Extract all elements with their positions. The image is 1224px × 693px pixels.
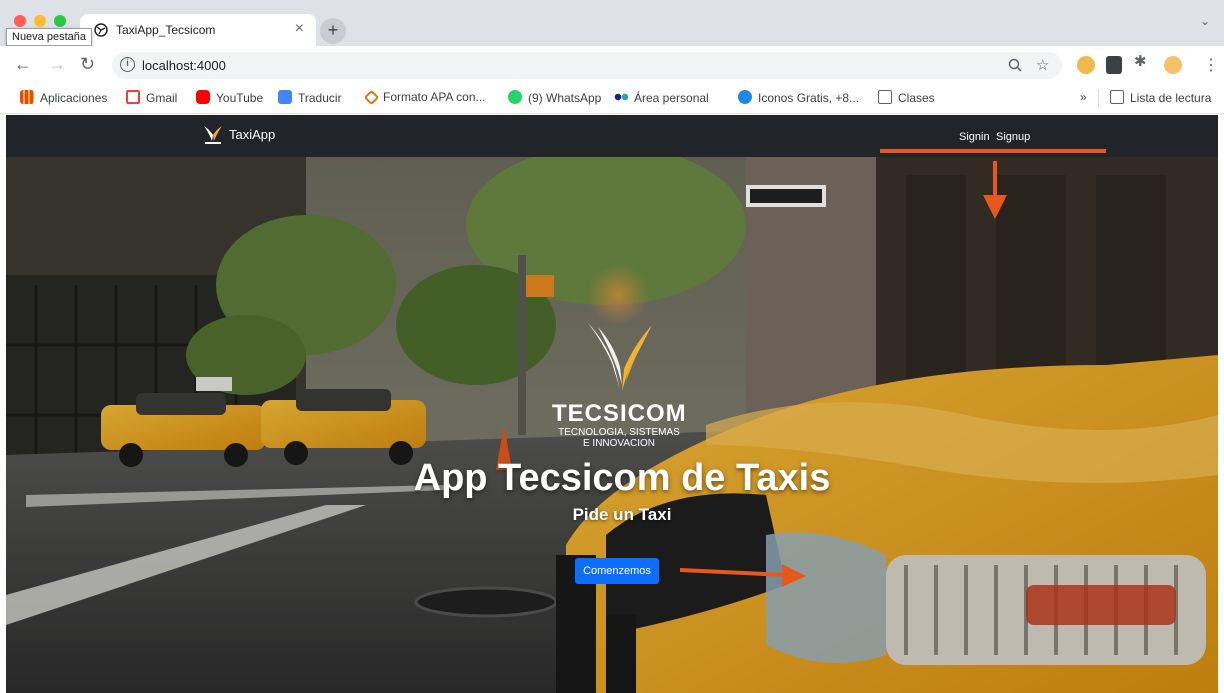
- star-bookmark-icon[interactable]: ☆: [1036, 56, 1049, 74]
- bookmark-youtube[interactable]: YouTube: [196, 90, 263, 105]
- zoom-icon[interactable]: [1008, 58, 1022, 72]
- bookmarks-bar: Aplicaciones Gmail YouTube Traducir Form…: [0, 86, 1224, 114]
- web-page: TECSICOM TECNOLOGIA, SISTEMAS E INNOVACI…: [6, 115, 1218, 693]
- bookmark-whatsapp[interactable]: (9) WhatsApp: [508, 90, 601, 105]
- bookmark-area-personal[interactable]: Área personal: [614, 90, 709, 105]
- url-text[interactable]: localhost:4000: [142, 58, 226, 73]
- browser-tabstrip: TaxiApp_Tecsicom × + Nueva pestaña ⌄: [0, 0, 1224, 46]
- info-icon[interactable]: i: [120, 57, 135, 72]
- tab-title: TaxiApp_Tecsicom: [116, 23, 216, 37]
- bookmark-formato-apa[interactable]: Formato APA con...: [363, 89, 486, 106]
- bookmark-aplicaciones[interactable]: Aplicaciones: [20, 90, 107, 105]
- window-maximize-button[interactable]: [54, 15, 66, 27]
- annotation-arrow-right-icon: [782, 564, 806, 587]
- reload-icon[interactable]: ↻: [80, 54, 95, 75]
- tab-close-button[interactable]: ×: [295, 20, 304, 38]
- youtube-icon: [196, 90, 210, 104]
- annotation-arrow-right-shaft: [679, 568, 787, 577]
- extension-tool-icon[interactable]: [1106, 56, 1122, 74]
- gmail-icon: [126, 90, 140, 104]
- apps-grid-icon: [20, 90, 34, 104]
- annotation-arrow-down-icon: [983, 195, 1007, 219]
- menu-kebab-icon[interactable]: ⋮: [1203, 55, 1219, 75]
- back-arrow-icon[interactable]: ←: [14, 54, 32, 75]
- annotation-arrows: [679, 149, 1106, 587]
- bookmark-iconos-gratis[interactable]: Iconos Gratis, +8...: [738, 90, 859, 105]
- profile-avatar-icon[interactable]: [1164, 56, 1182, 74]
- bookmark-gmail[interactable]: Gmail: [126, 90, 177, 105]
- browser-toolbar: ← → ↻ i localhost:4000 ☆ ✱ ⋮: [0, 46, 1224, 86]
- area-personal-icon: [614, 90, 628, 104]
- reading-list-button[interactable]: Lista de lectura: [1110, 90, 1211, 105]
- bookmark-clases[interactable]: Clases: [878, 90, 935, 105]
- extensions-puzzle-icon[interactable]: ✱: [1134, 52, 1152, 70]
- bookmarks-overflow-button[interactable]: »: [1080, 90, 1087, 104]
- new-tab-tooltip: Nueva pestaña: [6, 28, 92, 46]
- reading-list-icon: [1110, 90, 1124, 104]
- bookmarks-divider: [1098, 89, 1099, 107]
- bookmark-traducir[interactable]: Traducir: [278, 90, 342, 105]
- chevron-down-icon[interactable]: ⌄: [1200, 14, 1210, 28]
- folder-icon: [878, 90, 892, 104]
- window-close-button[interactable]: [14, 15, 26, 27]
- translate-icon: [278, 90, 292, 104]
- globe-icon: [94, 23, 108, 37]
- new-tab-button[interactable]: +: [320, 18, 346, 44]
- browser-tab-active[interactable]: TaxiApp_Tecsicom ×: [80, 14, 316, 46]
- window-minimize-button[interactable]: [34, 15, 46, 27]
- apa-icon: [363, 89, 380, 106]
- forward-arrow-icon[interactable]: →: [48, 54, 66, 75]
- address-bar[interactable]: i localhost:4000 ☆: [112, 52, 1062, 79]
- extension-avatar-icon[interactable]: [1077, 56, 1095, 74]
- iconos-icon: [738, 90, 752, 104]
- whatsapp-icon: [508, 90, 522, 104]
